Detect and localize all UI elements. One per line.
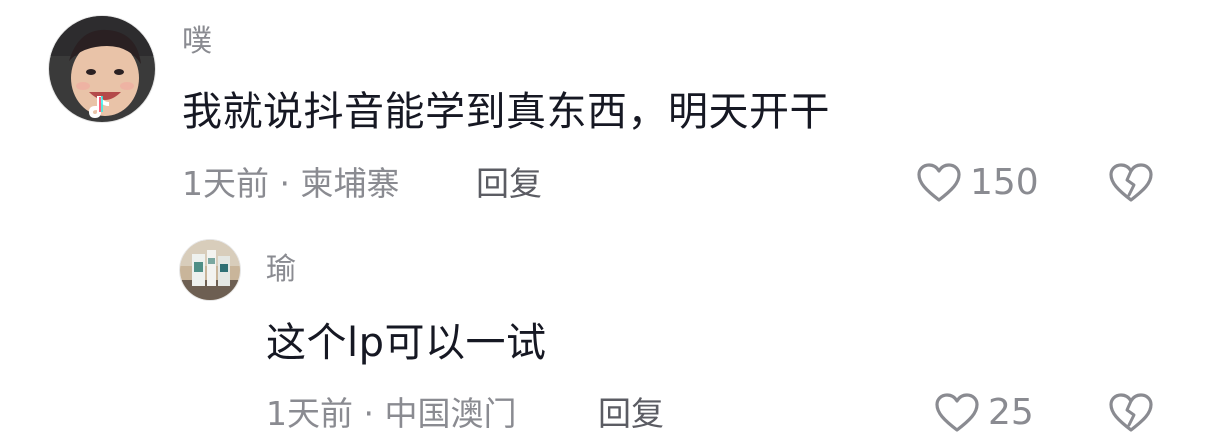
dislike-button[interactable] xyxy=(1108,392,1154,434)
avatar[interactable] xyxy=(48,15,156,123)
heart-icon xyxy=(916,162,962,204)
comment-time-location: 1天前 · 柬埔寨 xyxy=(182,164,400,203)
like-button[interactable]: 25 xyxy=(934,392,1034,434)
comment-username[interactable]: 瑜 xyxy=(266,255,296,285)
comment-text: 这个lp可以一试 xyxy=(266,320,547,366)
dislike-button[interactable] xyxy=(1108,162,1154,204)
child-photo-avatar-icon xyxy=(49,16,155,122)
like-count: 25 xyxy=(988,392,1034,433)
broken-heart-icon xyxy=(1108,162,1154,204)
avatar[interactable] xyxy=(179,239,241,301)
comment-text: 我就说抖音能学到真东西，明天开干 xyxy=(182,89,830,135)
comment-item: 噗 我就说抖音能学到真东西，明天开干 1天前 · 柬埔寨 回复 150 xyxy=(0,0,1206,225)
broken-heart-icon xyxy=(1108,392,1154,434)
reply-button[interactable]: 回复 xyxy=(598,397,664,430)
reply-comment-item: 瑜 这个lp可以一试 1天前 · 中国澳门 回复 25 xyxy=(0,225,1206,448)
heart-icon xyxy=(934,392,980,434)
like-count: 150 xyxy=(970,162,1039,203)
product-photo-avatar-icon xyxy=(180,240,240,300)
comment-time-location: 1天前 · 中国澳门 xyxy=(266,394,517,433)
reply-button[interactable]: 回复 xyxy=(476,167,542,200)
like-button[interactable]: 150 xyxy=(916,162,1039,204)
comment-username[interactable]: 噗 xyxy=(182,27,212,57)
